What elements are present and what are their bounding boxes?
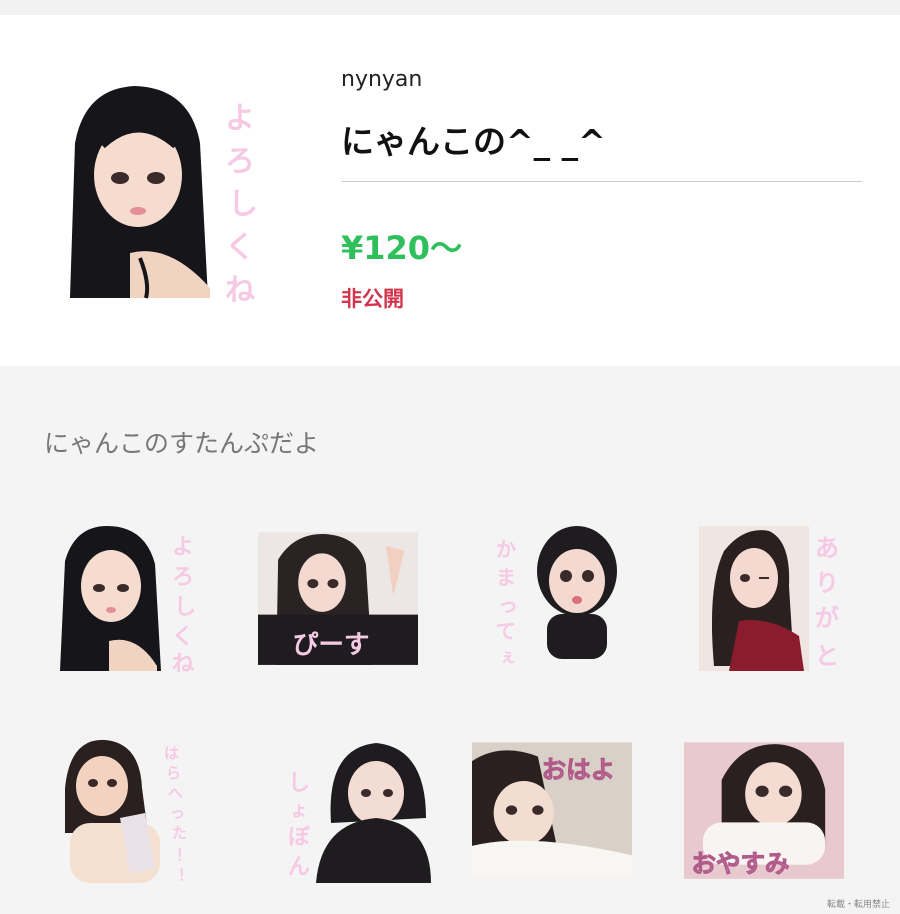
main-sticker-caption-5: ね [225,273,255,308]
sticker-5-caption: は [164,744,179,762]
sticker-3-caption-3: っ [498,593,518,617]
sticker-6[interactable]: し ょ ぼ ん [276,738,436,886]
sticker-3-caption-4: て [496,619,516,643]
sticker-5-caption-7: ！ [178,866,193,884]
copyright-notice: 転載・転用禁止 [826,900,890,910]
price: ¥120～ [341,229,463,267]
sticker-7[interactable]: おはよ [472,738,632,886]
sticker-5-caption-5: た [172,824,187,842]
sticker-6-caption-2: ょ [290,800,308,821]
sticker-3[interactable]: か ま っ て ぇ [492,526,652,674]
sticker-7-caption: おはよ [542,755,615,784]
sticker-6-caption-3: ぼ [288,825,311,850]
main-sticker-caption-4: く [225,230,255,265]
sticker-2-caption: ぴーす [293,630,370,660]
sticker-8-caption: おやすみ [692,849,790,878]
main-sticker-image[interactable]: よ ろ し く ね [60,83,280,313]
sticker-8[interactable]: おやすみ [684,738,844,886]
main-sticker-caption-1: よ [225,101,255,136]
sticker-list-section: にゃんこのすたんぷだよ よ ろ し く ね ぴーす か ま っ て ぇ あ り … [0,366,900,914]
sticker-4-caption-4: と [815,642,839,670]
sticker-5-caption-4: っ [170,804,185,822]
sticker-1-caption-3: し [174,595,196,620]
sticker-1-caption-2: ろ [172,565,194,590]
sticker-1-caption-5: ね [172,652,194,674]
main-sticker-caption-2: ろ [225,144,255,179]
divider [341,181,862,182]
sticker-3-caption: か [496,537,516,561]
sticker-1-caption-4: く [172,625,194,650]
sticker-2[interactable]: ぴーす [258,526,418,674]
sticker-3-caption-2: ま [496,565,516,589]
sticker-4[interactable]: あ り が と [694,526,854,674]
sticker-4-caption-3: が [815,604,839,632]
sticker-5-caption-2: ら [166,764,181,782]
sticker-3-caption-5: ぇ [500,647,516,666]
sticker-description: にゃんこのすたんぷだよ [44,429,320,458]
status-label: 非公開 [341,287,404,311]
author-name[interactable]: nynyan [341,67,422,92]
sticker-4-caption-2: り [815,569,839,597]
sticker-1[interactable]: よ ろ し く ね [57,526,217,674]
sticker-header: よ ろ し く ね nynyan にゃんこの^_ _^ ¥120～ 非公開 [0,15,900,366]
sticker-1-caption: よ [172,535,194,560]
sticker-5[interactable]: は ら へ っ た ！ ！ [60,738,220,886]
sticker-title: にゃんこの^_ _^ [341,122,606,161]
sticker-6-caption: し [288,771,310,796]
main-sticker-caption-3: し [228,187,258,222]
sticker-5-caption-3: へ [168,784,183,802]
sticker-5-caption-6: ！ [176,846,191,864]
sticker-6-caption-4: ん [288,855,310,880]
sticker-4-caption: あ [815,534,839,562]
top-strip [0,0,900,15]
